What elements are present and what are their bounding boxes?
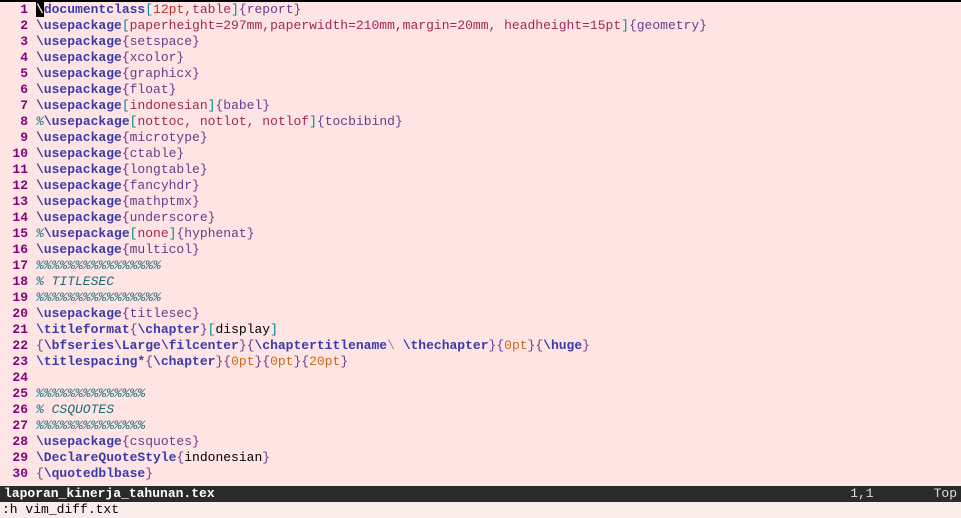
line-content: %%%%%%%%%%%%%% (30, 386, 145, 402)
status-line: laporan_kinerja_tahunan.tex 1,1 Top (0, 486, 961, 502)
code-line[interactable]: 13\usepackage{mathptmx} (0, 194, 961, 210)
code-line[interactable]: 27%%%%%%%%%%%%%% (0, 418, 961, 434)
code-line[interactable]: 15%\usepackage[none]{hyphenat} (0, 226, 961, 242)
line-number: 30 (0, 466, 30, 482)
line-number: 12 (0, 178, 30, 194)
line-content: \usepackage{ctable} (30, 146, 184, 162)
code-line[interactable]: 25%%%%%%%%%%%%%% (0, 386, 961, 402)
line-number: 16 (0, 242, 30, 258)
line-number: 7 (0, 98, 30, 114)
code-line[interactable]: 6\usepackage{float} (0, 82, 961, 98)
line-content: \usepackage{underscore} (30, 210, 215, 226)
code-line[interactable]: 5\usepackage{graphicx} (0, 66, 961, 82)
code-line[interactable]: 20\usepackage{titlesec} (0, 306, 961, 322)
code-line[interactable]: 4\usepackage{xcolor} (0, 50, 961, 66)
command-line[interactable]: :h vim_diff.txt (0, 502, 961, 518)
line-number: 17 (0, 258, 30, 274)
line-number: 13 (0, 194, 30, 210)
line-number: 3 (0, 34, 30, 50)
line-content: \usepackage[indonesian]{babel} (30, 98, 270, 114)
line-content: \usepackage{fancyhdr} (30, 178, 200, 194)
line-content: %%%%%%%%%%%%%% (30, 418, 145, 434)
line-number: 14 (0, 210, 30, 226)
code-line[interactable]: 7\usepackage[indonesian]{babel} (0, 98, 961, 114)
line-number: 28 (0, 434, 30, 450)
line-number: 23 (0, 354, 30, 370)
line-number: 26 (0, 402, 30, 418)
line-content: \documentclass[12pt,table]{report} (30, 2, 301, 18)
line-number: 21 (0, 322, 30, 338)
filename: laporan_kinerja_tahunan.tex (4, 486, 215, 502)
line-content: %\usepackage[nottoc, notlot, notlof]{toc… (30, 114, 403, 130)
vim-editor: 1\documentclass[12pt,table]{report}2\use… (0, 0, 961, 518)
line-content: \usepackage{xcolor} (30, 50, 184, 66)
line-number: 15 (0, 226, 30, 242)
code-line[interactable]: 18% TITLESEC (0, 274, 961, 290)
code-line[interactable]: 19%%%%%%%%%%%%%%%% (0, 290, 961, 306)
line-number: 6 (0, 82, 30, 98)
line-content: \titlespacing*{\chapter}{0pt}{0pt}{20pt} (30, 354, 348, 370)
line-content: % CSQUOTES (30, 402, 114, 418)
line-number: 25 (0, 386, 30, 402)
line-number: 9 (0, 130, 30, 146)
code-line[interactable]: 17%%%%%%%%%%%%%%%% (0, 258, 961, 274)
line-content: %\usepackage[none]{hyphenat} (30, 226, 255, 242)
code-line[interactable]: 21\titleformat{\chapter}[display] (0, 322, 961, 338)
line-content: %%%%%%%%%%%%%%%% (30, 290, 161, 306)
line-content (30, 370, 36, 386)
scroll-indicator: Top (934, 486, 957, 502)
code-line[interactable]: 3\usepackage{setspace} (0, 34, 961, 50)
line-content: % TITLESEC (30, 274, 114, 290)
line-content: \usepackage{graphicx} (30, 66, 200, 82)
line-number: 24 (0, 370, 30, 386)
code-line[interactable]: 10\usepackage{ctable} (0, 146, 961, 162)
line-content: {\quotedblbase} (30, 466, 153, 482)
code-line[interactable]: 12\usepackage{fancyhdr} (0, 178, 961, 194)
line-number: 4 (0, 50, 30, 66)
line-number: 22 (0, 338, 30, 354)
code-line[interactable]: 22{\bfseries\Large\filcenter}{\chapterti… (0, 338, 961, 354)
line-content: \titleformat{\chapter}[display] (30, 322, 278, 338)
line-number: 10 (0, 146, 30, 162)
code-line[interactable]: 26% CSQUOTES (0, 402, 961, 418)
line-content: \usepackage{mathptmx} (30, 194, 200, 210)
line-number: 1 (0, 2, 30, 18)
line-number: 5 (0, 66, 30, 82)
line-content: \usepackage{longtable} (30, 162, 208, 178)
line-content: \usepackage{microtype} (30, 130, 208, 146)
code-line[interactable]: 29\DeclareQuoteStyle{indonesian} (0, 450, 961, 466)
line-content: \usepackage{titlesec} (30, 306, 200, 322)
line-number: 27 (0, 418, 30, 434)
code-line[interactable]: 11\usepackage{longtable} (0, 162, 961, 178)
line-content: \usepackage{setspace} (30, 34, 200, 50)
line-content: \usepackage[paperheight=297mm,paperwidth… (30, 18, 707, 34)
cursor-position: 1,1 (850, 486, 873, 502)
line-content: \usepackage{csquotes} (30, 434, 200, 450)
line-content: \DeclareQuoteStyle{indonesian} (30, 450, 270, 466)
code-line[interactable]: 2\usepackage[paperheight=297mm,paperwidt… (0, 18, 961, 34)
code-line[interactable]: 28\usepackage{csquotes} (0, 434, 961, 450)
code-line[interactable]: 30{\quotedblbase} (0, 466, 961, 482)
code-line[interactable]: 8%\usepackage[nottoc, notlot, notlof]{to… (0, 114, 961, 130)
line-number: 18 (0, 274, 30, 290)
line-content: \usepackage{float} (30, 82, 176, 98)
line-content: \usepackage{multicol} (30, 242, 200, 258)
code-line[interactable]: 9\usepackage{microtype} (0, 130, 961, 146)
line-content: {\bfseries\Large\filcenter}{\chaptertitl… (30, 338, 590, 354)
code-line[interactable]: 23\titlespacing*{\chapter}{0pt}{0pt}{20p… (0, 354, 961, 370)
line-number: 19 (0, 290, 30, 306)
code-line[interactable]: 14\usepackage{underscore} (0, 210, 961, 226)
line-number: 2 (0, 18, 30, 34)
line-number: 20 (0, 306, 30, 322)
line-number: 29 (0, 450, 30, 466)
line-content: %%%%%%%%%%%%%%%% (30, 258, 161, 274)
code-line[interactable]: 1\documentclass[12pt,table]{report} (0, 2, 961, 18)
line-number: 11 (0, 162, 30, 178)
code-line[interactable]: 24 (0, 370, 961, 386)
code-line[interactable]: 16\usepackage{multicol} (0, 242, 961, 258)
code-area[interactable]: 1\documentclass[12pt,table]{report}2\use… (0, 2, 961, 486)
line-number: 8 (0, 114, 30, 130)
